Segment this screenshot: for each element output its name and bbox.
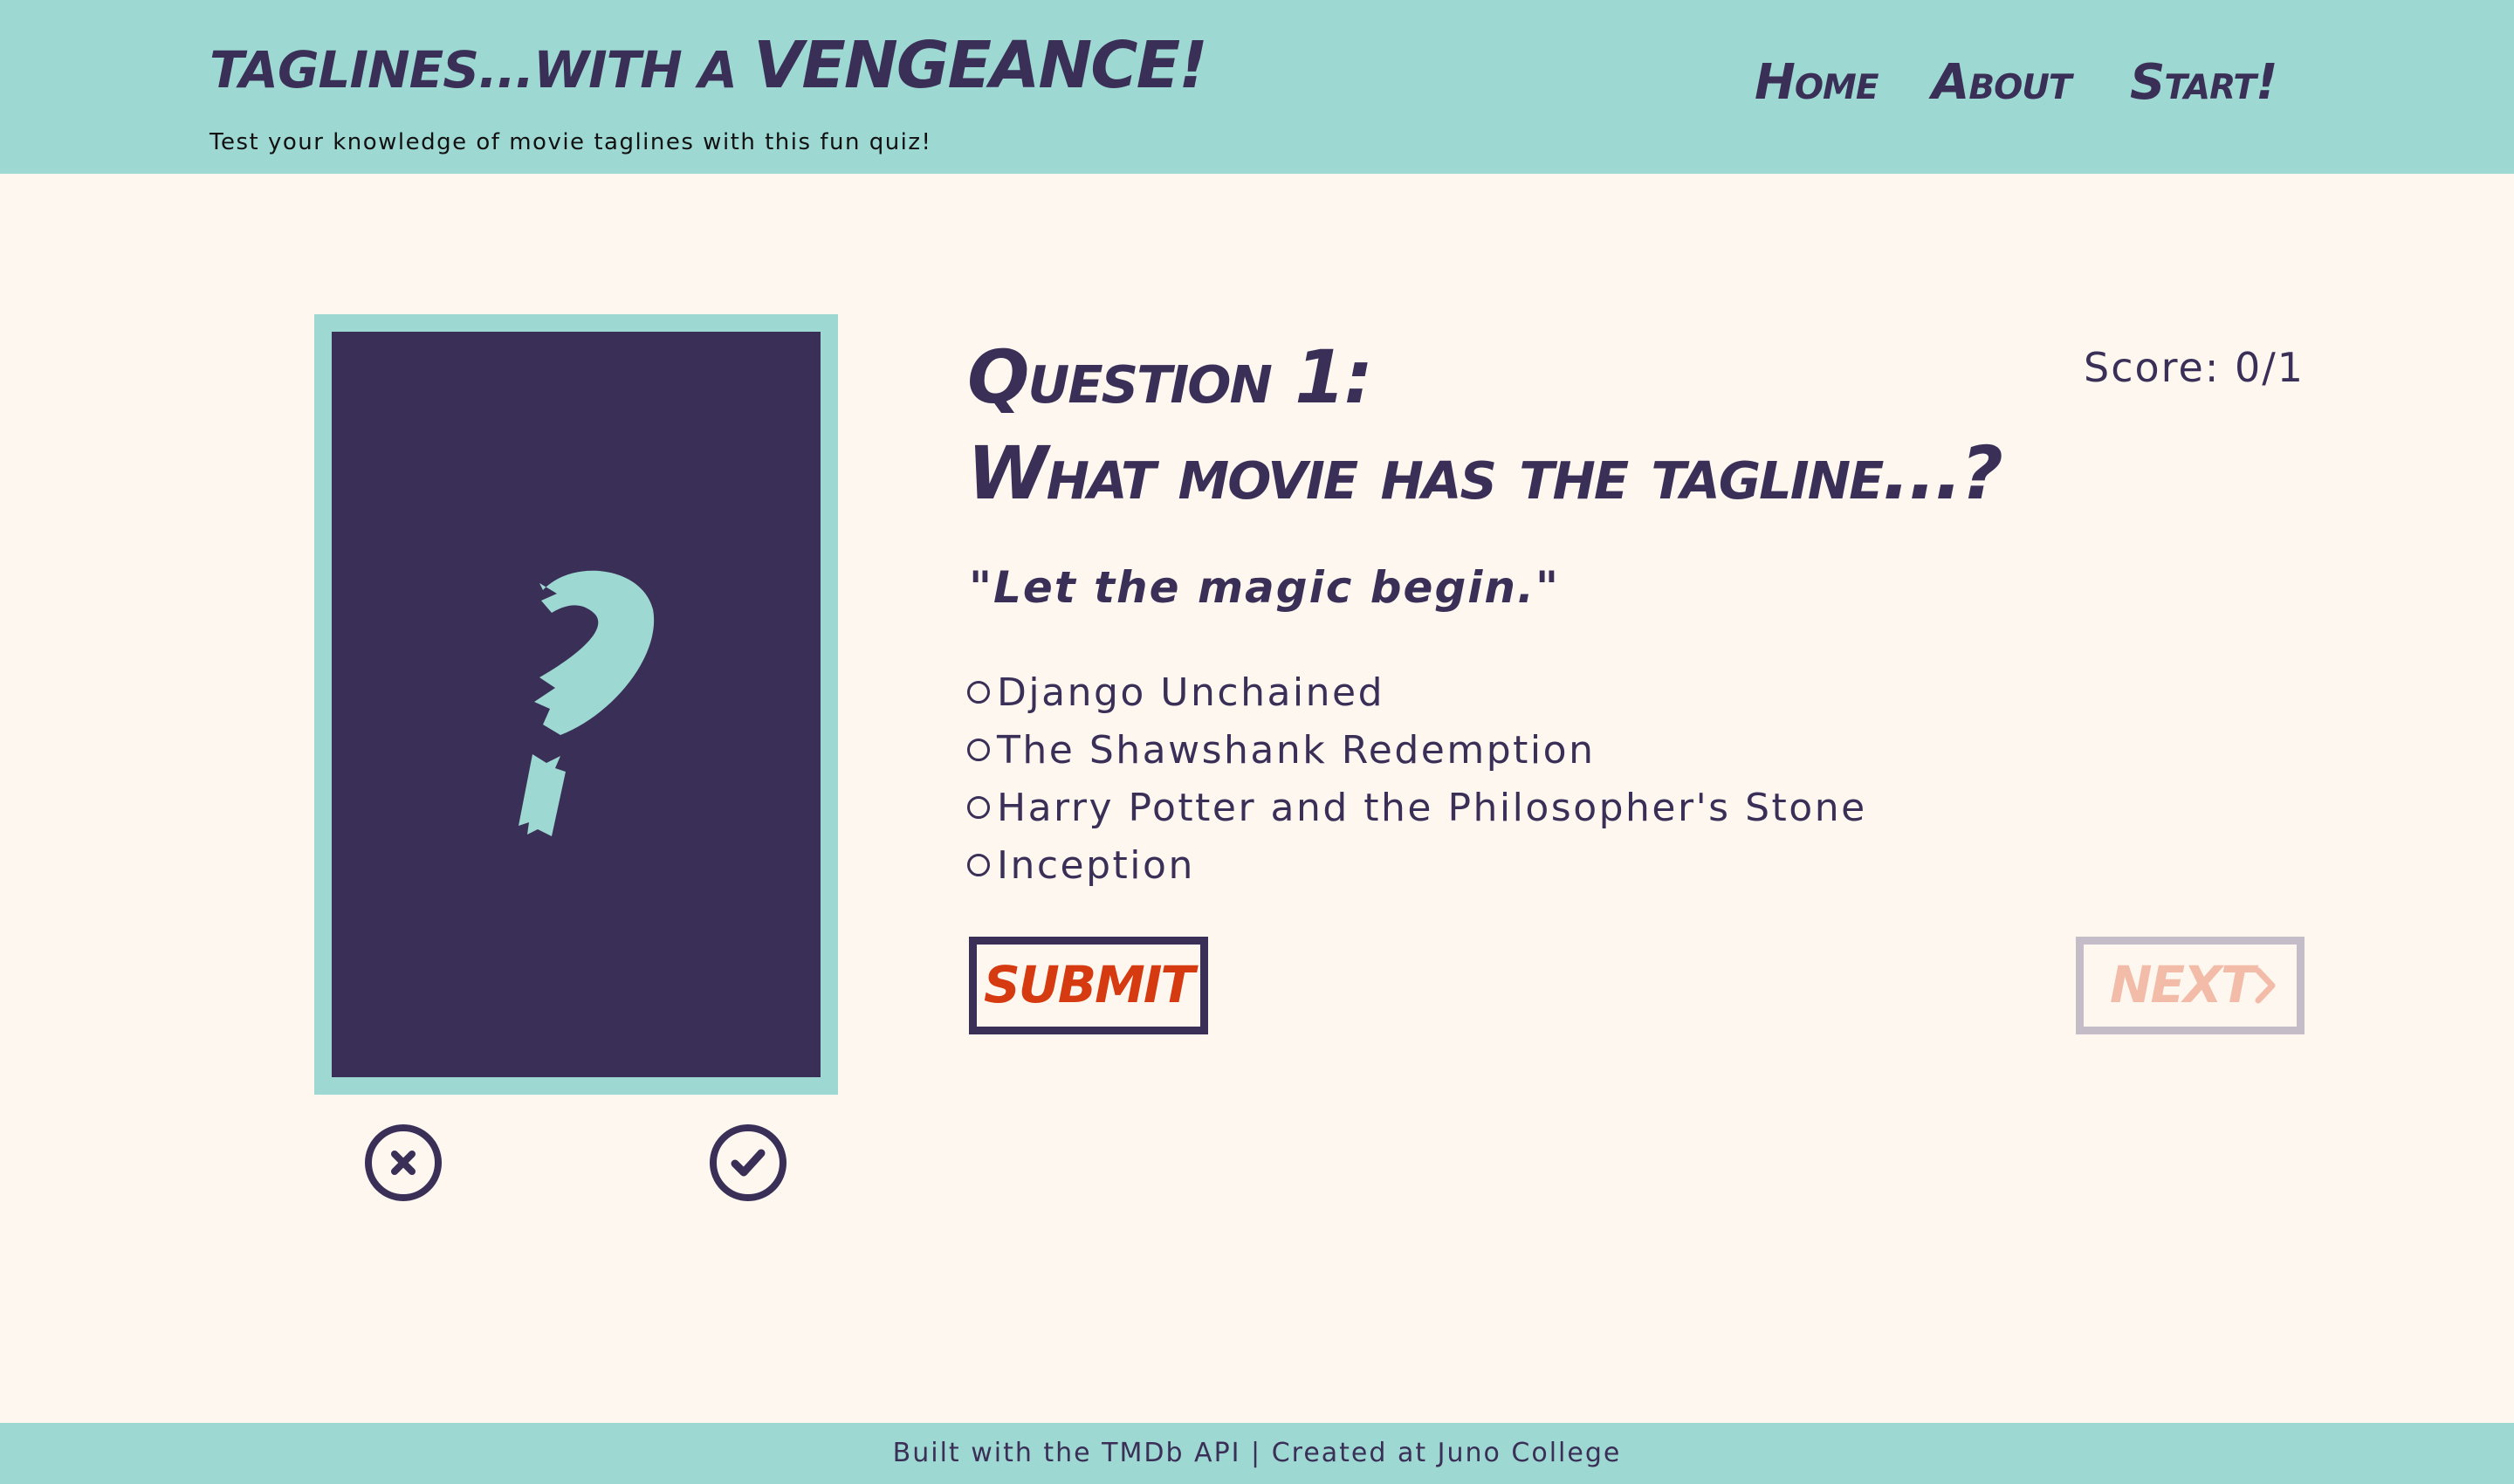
- answer-radio[interactable]: [967, 681, 990, 704]
- logo-text-part1: TAGLINES...WITH A: [210, 40, 754, 100]
- movie-poster-placeholder: [314, 314, 838, 1095]
- correct-answer-button[interactable]: [710, 1124, 786, 1201]
- site-logo: TAGLINES...WITH A VENGEANCE!: [210, 33, 1208, 100]
- site-footer: Built with the TMDb API | Created at Jun…: [0, 1423, 2514, 1484]
- answer-option[interactable]: The Shawshank Redemption: [967, 721, 1867, 779]
- answer-option-label: Inception: [997, 842, 1195, 888]
- submit-button[interactable]: SUBMIT: [969, 937, 1208, 1034]
- answer-option-label: Harry Potter and the Philosopher's Stone: [997, 785, 1867, 830]
- site-subtitle: Test your knowledge of movie taglines wi…: [210, 129, 932, 155]
- nav-start-link[interactable]: Start!: [2130, 52, 2278, 113]
- answer-radio[interactable]: [967, 739, 990, 761]
- footer-text: Built with the TMDb API | Created at Jun…: [892, 1438, 1622, 1468]
- wrong-answer-button[interactable]: [365, 1124, 442, 1201]
- answer-option[interactable]: Harry Potter and the Philosopher's Stone: [967, 779, 1867, 836]
- check-circle-icon: [731, 1149, 766, 1177]
- answer-option[interactable]: Django Unchained: [967, 663, 1867, 721]
- answer-option-label: Django Unchained: [997, 670, 1385, 715]
- question-mark-icon: [519, 570, 655, 836]
- nav-home-link[interactable]: Home: [1755, 52, 1879, 113]
- answer-option-label: The Shawshank Redemption: [997, 727, 1596, 773]
- question-text: What movie has the tagline...?: [967, 430, 2003, 516]
- answer-option[interactable]: Inception: [967, 836, 1867, 894]
- answer-radio[interactable]: [967, 796, 990, 819]
- site-header: TAGLINES...WITH A VENGEANCE! Test your k…: [0, 0, 2514, 174]
- score-display: Score: 0/1: [2084, 344, 2304, 391]
- x-circle-icon: [391, 1151, 416, 1175]
- answer-radio[interactable]: [967, 854, 990, 876]
- answer-options: Django Unchained The Shawshank Redemptio…: [967, 663, 1867, 894]
- logo-text-part2: VENGEANCE!: [753, 28, 1208, 103]
- chevron-right-icon: [2255, 967, 2276, 1004]
- next-button[interactable]: NEXT: [2076, 937, 2304, 1034]
- nav-about-link[interactable]: About: [1932, 52, 2071, 113]
- movie-tagline: "Let the magic begin.": [969, 562, 1561, 613]
- next-button-label: NEXT: [2110, 955, 2255, 1014]
- question-number: Question 1:: [967, 334, 1373, 420]
